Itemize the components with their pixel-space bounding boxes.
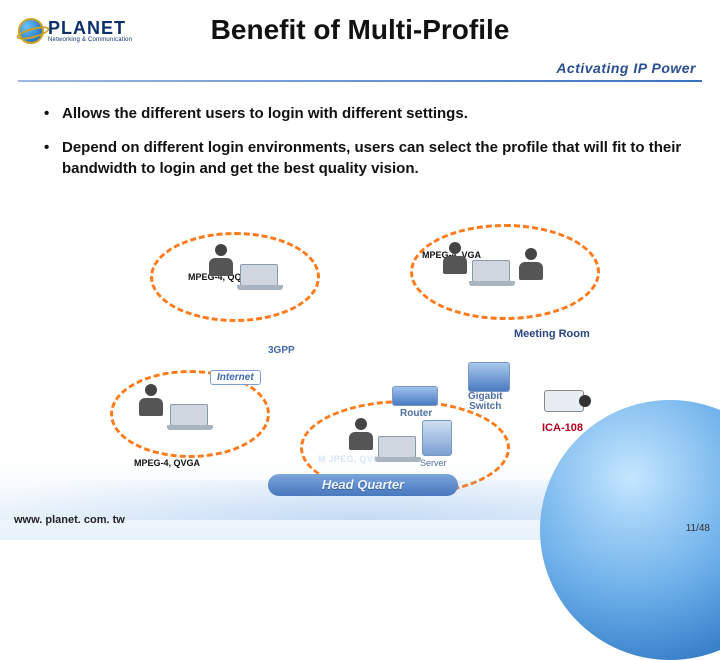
server-icon	[422, 420, 452, 456]
label-router: Router	[400, 408, 432, 419]
slide: PLANET Networking & Communication Benefi…	[0, 0, 720, 540]
person-icon	[204, 244, 238, 284]
person-icon	[514, 248, 548, 288]
laptop-icon	[472, 260, 510, 282]
bullet-list: Allows the different users to login with…	[44, 104, 690, 193]
router-icon	[392, 386, 438, 406]
person-icon	[134, 384, 168, 424]
person-icon	[344, 418, 378, 458]
laptop-icon	[240, 264, 278, 286]
switch-icon	[468, 362, 510, 392]
bullet-item: Depend on different login environments, …	[44, 138, 690, 179]
label-qvga: MPEG-4, QVGA	[134, 458, 200, 468]
page-title: Benefit of Multi-Profile	[0, 14, 720, 46]
header-divider	[18, 80, 702, 82]
bullet-item: Allows the different users to login with…	[44, 104, 690, 124]
label-ica-108: ICA-108	[542, 422, 583, 434]
label-gigabit-switch: Gigabit Switch	[468, 392, 502, 412]
footer-url: www. planet. com. tw	[14, 514, 125, 526]
label-internet: Internet	[210, 370, 261, 385]
person-icon	[438, 242, 472, 282]
camera-icon	[544, 390, 584, 412]
label-server: Server	[420, 458, 447, 468]
slogan: Activating IP Power	[556, 60, 696, 76]
laptop-icon	[170, 404, 208, 426]
label-meeting-room: Meeting Room	[514, 328, 590, 340]
page-number: 11/48	[686, 523, 710, 534]
laptop-icon	[378, 436, 416, 458]
label-3gpp: 3GPP	[268, 345, 295, 356]
